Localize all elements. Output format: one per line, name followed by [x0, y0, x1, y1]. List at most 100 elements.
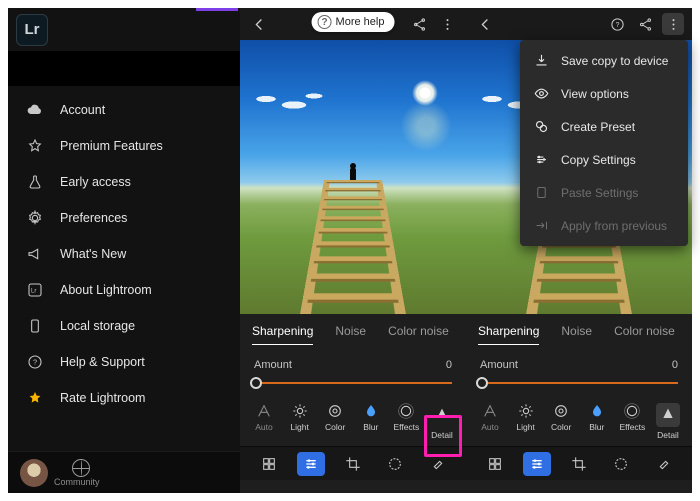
- tool-label: Auto: [481, 422, 499, 432]
- tool-auto[interactable]: Auto: [248, 403, 280, 440]
- amount-slider[interactable]: [254, 375, 452, 391]
- photo-flare: [396, 96, 456, 156]
- overflow-menu: Save copy to device View options Create …: [520, 40, 688, 246]
- tool-color[interactable]: Color: [545, 403, 577, 440]
- accent-bar: [196, 8, 238, 11]
- ov-create-preset[interactable]: Create Preset: [520, 110, 688, 143]
- slider-thumb[interactable]: [250, 377, 262, 389]
- lr-icon: Lr: [26, 281, 44, 299]
- menu-label: Help & Support: [60, 355, 145, 369]
- detail-tabs: Sharpening Noise Color noise: [240, 314, 466, 351]
- tab-sharpening[interactable]: Sharpening: [478, 324, 539, 345]
- app-menu-panel: Lr Account Premium Features Early access…: [8, 8, 240, 493]
- menu-label: Rate Lightroom: [60, 391, 145, 405]
- tool-label: Light: [516, 422, 534, 432]
- tab-sharpening[interactable]: Sharpening: [252, 324, 313, 345]
- avatar[interactable]: [20, 459, 48, 487]
- menu-item-whats-new[interactable]: What's New: [8, 236, 240, 272]
- tab-color-noise[interactable]: Color noise: [614, 324, 675, 345]
- slider-thumb[interactable]: [476, 377, 488, 389]
- back-button[interactable]: [248, 13, 270, 35]
- tool-color[interactable]: Color: [319, 403, 351, 440]
- photo-preview[interactable]: [240, 40, 466, 314]
- ov-save-copy[interactable]: Save copy to device: [520, 44, 688, 77]
- tool-detail[interactable]: Detail: [652, 403, 684, 440]
- menu-item-about[interactable]: Lr About Lightroom: [8, 272, 240, 308]
- overflow-button[interactable]: [662, 13, 684, 35]
- lightroom-logo: Lr: [16, 14, 48, 46]
- menu-label: What's New: [60, 247, 126, 261]
- menu-label: Local storage: [60, 319, 135, 333]
- menu-item-premium[interactable]: Premium Features: [8, 128, 240, 164]
- strip-edit[interactable]: [297, 452, 325, 476]
- amount-label: Amount: [480, 359, 518, 371]
- tool-light[interactable]: Light: [284, 403, 316, 440]
- tool-label: Color: [325, 422, 345, 432]
- tool-auto[interactable]: Auto: [474, 403, 506, 440]
- share-button[interactable]: [634, 13, 656, 35]
- editor-controls: Sharpening Noise Color noise Amount 0 Au…: [240, 314, 466, 493]
- globe-icon[interactable]: [72, 459, 90, 477]
- menu-item-local-storage[interactable]: Local storage: [8, 308, 240, 344]
- help-icon: ?: [318, 15, 332, 29]
- strip-masking[interactable]: [607, 452, 635, 476]
- menu-item-account[interactable]: Account: [8, 92, 240, 128]
- menu-label: Account: [60, 103, 105, 117]
- editor-panel-center: ? More help Sharpening Noi: [240, 8, 466, 493]
- strip-presets[interactable]: [481, 452, 509, 476]
- editor-controls: Sharpening Noise Color noise Amount 0 Au…: [466, 314, 692, 493]
- edit-tool-row: Auto Light Color Blur Effects: [466, 393, 692, 446]
- ov-label: Copy Settings: [561, 153, 636, 167]
- strip-healing[interactable]: [649, 452, 677, 476]
- strip-edit[interactable]: [523, 452, 551, 476]
- menu-item-early-access[interactable]: Early access: [8, 164, 240, 200]
- more-help-pill[interactable]: ? More help: [312, 12, 395, 32]
- tool-effects[interactable]: Effects: [616, 403, 648, 440]
- amount-value: 0: [446, 359, 452, 371]
- help-button[interactable]: ?: [606, 13, 628, 35]
- tool-light[interactable]: Light: [510, 403, 542, 440]
- tool-effects[interactable]: Effects: [390, 403, 422, 440]
- editor-topbar: ? More help: [240, 8, 466, 40]
- back-button[interactable]: [474, 13, 496, 35]
- tool-label: Effects: [619, 422, 645, 432]
- footer-label: Community: [54, 477, 100, 487]
- amount-slider[interactable]: [480, 375, 678, 391]
- ov-copy-settings[interactable]: Copy Settings: [520, 143, 688, 176]
- strip-crop[interactable]: [565, 452, 593, 476]
- tab-noise[interactable]: Noise: [335, 324, 366, 345]
- ov-label: View options: [561, 87, 629, 101]
- editor-panel-right: ? Save copy to device View options Creat…: [466, 8, 692, 493]
- strip-presets[interactable]: [255, 452, 283, 476]
- tool-blur[interactable]: Blur: [581, 403, 613, 440]
- menu-item-help[interactable]: ? Help & Support: [8, 344, 240, 380]
- tool-label: Effects: [393, 422, 419, 432]
- ov-label: Save copy to device: [561, 54, 668, 68]
- ov-paste-settings: Paste Settings: [520, 176, 688, 209]
- ov-view-options[interactable]: View options: [520, 77, 688, 110]
- star-filled-icon: [26, 389, 44, 407]
- tool-blur[interactable]: Blur: [355, 403, 387, 440]
- tool-label: Blur: [363, 422, 378, 432]
- more-help-label: More help: [336, 16, 385, 28]
- menu-item-preferences[interactable]: Preferences: [8, 200, 240, 236]
- ov-label: Apply from previous: [561, 219, 667, 233]
- highlight-box-detail: [424, 415, 462, 457]
- detail-tabs: Sharpening Noise Color noise: [466, 314, 692, 351]
- photo-clouds: [250, 90, 330, 120]
- amount-value: 0: [672, 359, 678, 371]
- device-icon: [26, 317, 44, 335]
- menu-item-rate[interactable]: Rate Lightroom: [8, 380, 240, 416]
- star-outline-icon: [26, 137, 44, 155]
- ov-apply-previous: Apply from previous: [520, 209, 688, 242]
- share-button[interactable]: [408, 13, 430, 35]
- help-icon: ?: [26, 353, 44, 371]
- overflow-button[interactable]: [436, 13, 458, 35]
- menu-label: Premium Features: [60, 139, 163, 153]
- panel1-blackbar: [8, 52, 240, 86]
- editor-topbar: ?: [466, 8, 692, 40]
- tab-color-noise[interactable]: Color noise: [388, 324, 449, 345]
- tab-noise[interactable]: Noise: [561, 324, 592, 345]
- strip-crop[interactable]: [339, 452, 367, 476]
- strip-masking[interactable]: [381, 452, 409, 476]
